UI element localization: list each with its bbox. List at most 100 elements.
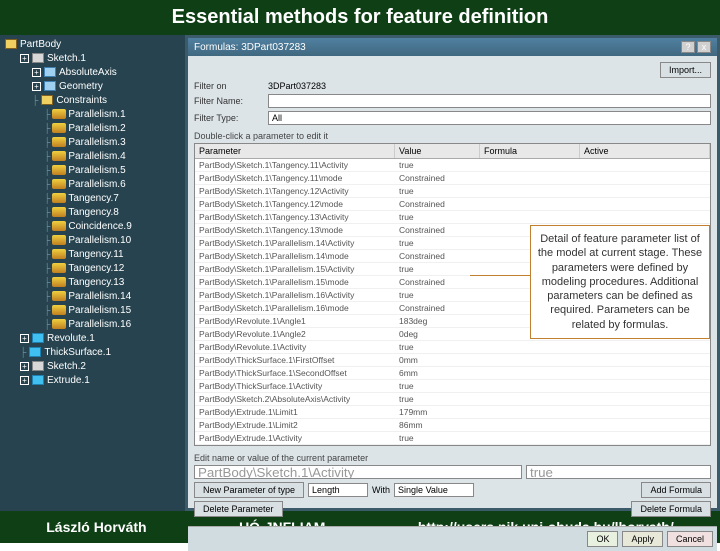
- tree-label: Parallelism.15: [68, 305, 131, 316]
- body-icon: [4, 38, 18, 50]
- expand-icon[interactable]: +: [20, 54, 29, 63]
- par-icon: [52, 248, 66, 260]
- constraint-icon: [43, 80, 57, 92]
- tree-item[interactable]: ├Parallelism.16: [0, 317, 185, 331]
- tree-item[interactable]: ├Tangency.11: [0, 247, 185, 261]
- par-icon: [52, 290, 66, 302]
- tree-item[interactable]: +AbsoluteAxis: [0, 65, 185, 79]
- table-row[interactable]: PartBody\Sketch.1\Tangency.12\Activitytr…: [195, 185, 710, 198]
- table-row[interactable]: PartBody\Extrude.1\Activitytrue: [195, 432, 710, 445]
- slide-title: Essential methods for feature definition: [0, 0, 720, 35]
- add-formula-button[interactable]: Add Formula: [641, 482, 711, 498]
- table-row[interactable]: PartBody\ThickSurface.1\FirstOffset0mm: [195, 354, 710, 367]
- filter-on-value: 3DPart037283: [268, 81, 326, 91]
- table-row[interactable]: PartBody\Sketch.2\AbsoluteAxis\Activityt…: [195, 393, 710, 406]
- par-icon: [52, 220, 66, 232]
- filter-type-select[interactable]: All: [268, 111, 711, 125]
- param-type-select[interactable]: Length: [308, 483, 368, 497]
- col-parameter[interactable]: Parameter: [195, 144, 395, 158]
- table-header: Parameter Value Formula Active: [195, 144, 710, 159]
- col-value[interactable]: Value: [395, 144, 480, 158]
- tree-label: Sketch.1: [47, 53, 86, 64]
- table-row[interactable]: PartBody\Sketch.1\Tangency.13\Activitytr…: [195, 211, 710, 224]
- callout-pointer: [470, 275, 530, 276]
- edit-param-name[interactable]: [194, 465, 522, 479]
- tree-item[interactable]: ├Tangency.13: [0, 275, 185, 289]
- col-active[interactable]: Active: [580, 144, 710, 158]
- tree-item[interactable]: ├Tangency.7: [0, 191, 185, 205]
- tree-label: Geometry: [59, 81, 103, 92]
- filter-name-label: Filter Name:: [194, 96, 264, 106]
- tree-label: Parallelism.5: [68, 165, 125, 176]
- dialog-titlebar[interactable]: Formulas: 3DPart037283 ? x: [188, 38, 717, 56]
- tree-label: Extrude.1: [47, 375, 90, 386]
- tree-item[interactable]: ├ThickSurface.1: [0, 345, 185, 359]
- table-row[interactable]: PartBody\Sketch.1\Tangency.12\modeConstr…: [195, 198, 710, 211]
- table-row[interactable]: PartBody\Extrude.1\Limit286mm: [195, 419, 710, 432]
- tree-label: Tangency.8: [68, 207, 118, 218]
- tree-item[interactable]: ├Parallelism.2: [0, 121, 185, 135]
- tree-item[interactable]: + Extrude.1: [0, 373, 185, 387]
- tree-item[interactable]: +Sketch.2: [0, 359, 185, 373]
- tree-item[interactable]: ├Parallelism.4: [0, 149, 185, 163]
- tree-label: ThickSurface.1: [44, 347, 111, 358]
- tree-item[interactable]: ├Parallelism.1: [0, 107, 185, 121]
- filter-name-input[interactable]: [268, 94, 711, 108]
- apply-button[interactable]: Apply: [622, 531, 663, 547]
- par-icon: [52, 318, 66, 330]
- edit-hint: Double-click a parameter to edit it: [194, 131, 711, 141]
- tree-item[interactable]: ├Parallelism.15: [0, 303, 185, 317]
- tree-item[interactable]: ├Tangency.12: [0, 261, 185, 275]
- feature-tree[interactable]: PartBody +Sketch.1+AbsoluteAxis+Geometry…: [0, 35, 185, 511]
- expand-icon[interactable]: +: [32, 68, 41, 77]
- delete-param-button[interactable]: Delete Parameter: [194, 501, 283, 517]
- import-button[interactable]: Import...: [660, 62, 711, 78]
- expand-icon[interactable]: +: [20, 376, 29, 385]
- tree-root[interactable]: PartBody: [0, 37, 185, 51]
- table-row[interactable]: PartBody\Revolute.1\Activitytrue: [195, 341, 710, 354]
- tree-label: Parallelism.4: [68, 151, 125, 162]
- new-param-button[interactable]: New Parameter of type: [194, 482, 304, 498]
- tree-label: Constraints: [56, 95, 107, 106]
- tree-item[interactable]: ├Tangency.8: [0, 205, 185, 219]
- tree-item[interactable]: ├Parallelism.10: [0, 233, 185, 247]
- cancel-button[interactable]: Cancel: [667, 531, 713, 547]
- table-row[interactable]: PartBody\ThickSurface.1\Activitytrue: [195, 380, 710, 393]
- col-formula[interactable]: Formula: [480, 144, 580, 158]
- with-select[interactable]: Single Value: [394, 483, 474, 497]
- constraint-icon: [43, 66, 57, 78]
- tree-item[interactable]: ├Coincidence.9: [0, 219, 185, 233]
- par-icon: [52, 150, 66, 162]
- box-icon: [40, 94, 54, 106]
- expand-icon[interactable]: +: [20, 334, 29, 343]
- tree-item[interactable]: ├Parallelism.6: [0, 177, 185, 191]
- expand-icon[interactable]: +: [20, 362, 29, 371]
- filter-on-label: Filter on: [194, 81, 264, 91]
- rev-icon: [28, 346, 42, 358]
- close-icon[interactable]: x: [697, 41, 711, 53]
- tree-item[interactable]: ├Constraints: [0, 93, 185, 107]
- tree-item[interactable]: ├Parallelism.3: [0, 135, 185, 149]
- tree-item[interactable]: ├Parallelism.5: [0, 163, 185, 177]
- tree-item[interactable]: + Sketch.1: [0, 51, 185, 65]
- rev-icon: [31, 332, 45, 344]
- expand-icon[interactable]: +: [32, 82, 41, 91]
- author: László Horváth: [46, 519, 146, 535]
- tree-item[interactable]: + Geometry: [0, 79, 185, 93]
- edit-param-value[interactable]: [526, 465, 711, 479]
- sketch-icon: [31, 52, 45, 64]
- table-row[interactable]: PartBody\Extrude.1\Limit1179mm: [195, 406, 710, 419]
- tree-item[interactable]: ├Parallelism.14: [0, 289, 185, 303]
- delete-formula-button[interactable]: Delete Formula: [631, 501, 711, 517]
- with-label: With: [372, 485, 390, 495]
- table-row[interactable]: PartBody\Sketch.1\Tangency.11\Activitytr…: [195, 159, 710, 172]
- table-row[interactable]: PartBody\ThickSurface.1\SecondOffset6mm: [195, 367, 710, 380]
- table-row[interactable]: PartBody\Sketch.1\Tangency.11\modeConstr…: [195, 172, 710, 185]
- help-icon[interactable]: ?: [681, 41, 695, 53]
- rev-icon: [31, 374, 45, 386]
- ok-button[interactable]: OK: [587, 531, 618, 547]
- tree-label: PartBody: [20, 39, 61, 50]
- tree-label: Revolute.1: [47, 333, 95, 344]
- par-icon: [52, 262, 66, 274]
- tree-item[interactable]: + Revolute.1: [0, 331, 185, 345]
